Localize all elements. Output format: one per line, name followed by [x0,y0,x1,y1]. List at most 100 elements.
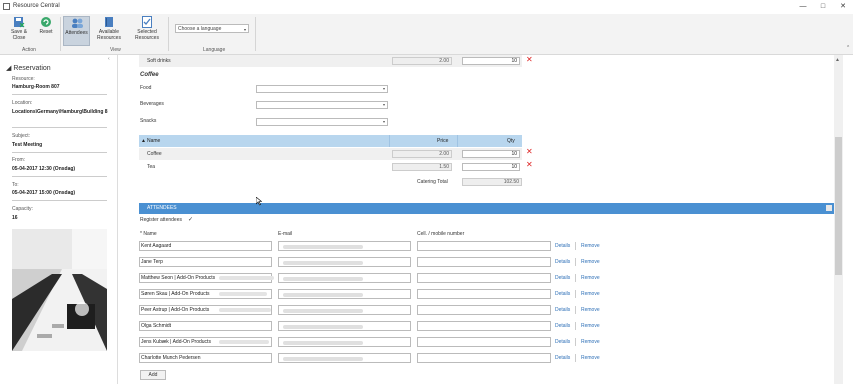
catering-item-name: Tea [147,164,156,170]
language-select[interactable]: Choose a language ▾ [175,24,249,33]
redacted-text [219,276,274,280]
chevron-down-icon: ▾ [382,102,385,107]
reservation-heading-label: Reservation [13,65,51,72]
collapse-ribbon-icon[interactable]: ⌃ [846,45,850,51]
remove-link[interactable]: Remove [581,275,600,281]
ribbon-toolbar: Save & Close Reset Attendees Available R… [0,14,853,55]
attendee-email-input[interactable] [278,321,411,331]
attendee-email-input[interactable] [278,337,411,347]
language-select-value: Choose a language [178,26,222,32]
link-separator [575,290,576,298]
chevron-down-icon: ▾ [243,27,246,32]
app-icon [3,3,10,10]
attendees-section-header[interactable]: ATTENDEES [139,203,834,214]
attendee-email-input[interactable] [278,289,411,299]
coffee-heading: Coffee [140,72,159,78]
capacity-label: Capacity: [12,206,33,212]
details-link[interactable]: Details [555,259,570,265]
add-attendee-button[interactable]: Add [140,370,166,380]
attendee-cell-input[interactable] [417,273,551,283]
divider [12,127,107,128]
divider [12,94,107,95]
remove-link[interactable]: Remove [581,355,600,361]
remove-link[interactable]: Remove [581,323,600,329]
attendee-cell-input[interactable] [417,241,551,251]
redacted-text [219,308,271,312]
selected-resources-button[interactable]: Selected Resources [133,16,161,41]
link-separator [575,306,576,314]
link-separator [575,258,576,266]
column-name[interactable]: Name [147,138,160,144]
attendee-cell-input[interactable] [417,321,551,331]
available-resources-label: Available Resources [97,29,121,41]
save-close-icon [14,17,25,28]
snacks-select[interactable]: ▾ [256,118,388,126]
attendee-cell-input[interactable] [417,289,551,299]
remove-x-icon[interactable]: ✕ [526,161,533,169]
column-qty[interactable]: Qty [507,138,515,144]
beverages-select[interactable]: ▾ [256,101,388,109]
remove-x-icon[interactable]: ✕ [526,56,533,64]
scrollbar-thumb[interactable] [835,137,842,275]
soft-drinks-qty[interactable]: 10 [462,57,520,65]
remove-x-icon[interactable]: ✕ [526,148,533,156]
save-close-button[interactable]: Save & Close [6,16,32,41]
redacted-text [283,309,363,313]
remove-link[interactable]: Remove [581,291,600,297]
attendees-section-title: ATTENDEES [147,205,177,211]
attendee-email-input[interactable] [278,241,411,251]
remove-link[interactable]: Remove [581,339,600,345]
vertical-scrollbar[interactable]: ▲ [834,55,843,384]
attendee-email-input[interactable] [278,257,411,267]
attendee-cell-input[interactable] [417,353,551,363]
group-label-language: Language [203,47,226,53]
attendee-name-input[interactable]: Kent Aagaard [139,241,272,251]
food-select[interactable]: ▾ [256,85,388,93]
attendee-name-input[interactable]: Charlotte Munch Pedersen [139,353,272,363]
attendee-email-input[interactable] [278,353,411,363]
remove-link[interactable]: Remove [581,259,600,265]
register-attendees-checkbox[interactable]: ✓ [188,216,193,223]
sort-asc-icon[interactable]: ▲ [141,138,146,144]
catering-total-value: 102.50 [462,178,522,186]
register-attendees-label: Register attendees [140,217,182,223]
reset-button[interactable]: Reset [35,16,57,35]
attendee-name-input[interactable]: Jane Terp [139,257,272,267]
attendee-email-input[interactable] [278,273,411,283]
details-link[interactable]: Details [555,243,570,249]
details-link[interactable]: Details [555,275,570,281]
divider [12,200,107,201]
details-link[interactable]: Details [555,307,570,313]
link-separator [575,354,576,362]
collapse-panel-icon[interactable]: ‹ [108,56,110,62]
details-link[interactable]: Details [555,339,570,345]
attendee-cell-input[interactable] [417,305,551,315]
collapse-section-icon[interactable] [826,205,832,211]
attendee-cell-input[interactable] [417,257,551,267]
group-label-action: Action [22,47,36,53]
from-value: 05-04-2017 12:30 (Onsdag) [12,166,76,172]
scroll-up-icon[interactable]: ▲ [835,57,840,63]
room-photo [12,229,107,351]
attendees-button[interactable]: Attendees [63,16,90,46]
available-resources-button[interactable]: Available Resources [95,16,123,41]
ribbon-separator [60,17,61,51]
remove-link[interactable]: Remove [581,307,600,313]
details-link[interactable]: Details [555,323,570,329]
maximize-button[interactable]: □ [813,2,833,12]
resource-label: Resource: [12,76,35,82]
details-link[interactable]: Details [555,291,570,297]
attendee-email-input[interactable] [278,305,411,315]
catering-total-label: Catering Total [417,179,448,185]
catering-item-qty[interactable]: 10 [462,163,520,171]
close-window-button[interactable]: ✕ [833,2,853,12]
column-price[interactable]: Price [437,138,448,144]
minimize-button[interactable]: — [793,2,813,12]
redacted-text [283,293,363,297]
catering-item-qty[interactable]: 10 [462,150,520,158]
details-link[interactable]: Details [555,355,570,361]
attendee-name-input[interactable]: Olga Schmidt [139,321,272,331]
remove-link[interactable]: Remove [581,243,600,249]
reservation-heading[interactable]: ◢ Reservation [6,64,51,72]
attendee-cell-input[interactable] [417,337,551,347]
